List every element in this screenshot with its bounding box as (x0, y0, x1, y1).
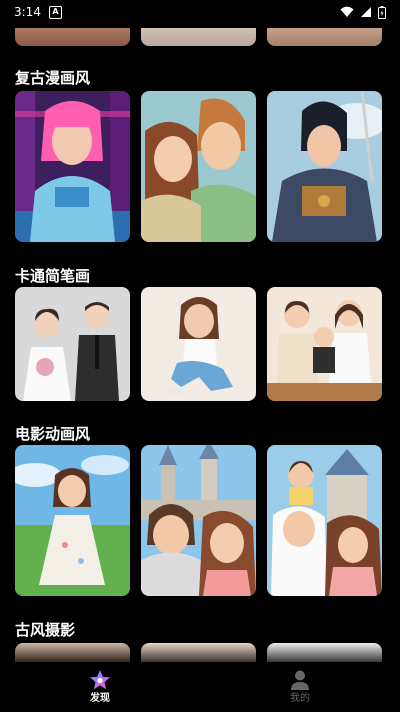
previous-section-strip (0, 28, 400, 46)
battery-icon (378, 5, 386, 19)
style-card-cartoon-wedding-couple[interactable] (15, 287, 130, 401)
style-card-retro-cyberpunk-girl[interactable] (15, 91, 130, 242)
cellular-signal-icon (361, 7, 371, 17)
style-card-ancient-portrait-2[interactable] (141, 643, 256, 662)
retro-samurai-image (267, 91, 382, 242)
prev-card-2[interactable] (141, 28, 256, 46)
cartoon-family-image (267, 287, 382, 401)
section-title-cartoon-sketch: 卡通简笔画 (15, 267, 91, 285)
style-card-retro-samurai[interactable] (267, 91, 382, 242)
nav-label-discover: 发现 (90, 693, 110, 704)
style-card-animation-couple-castle[interactable] (141, 445, 256, 596)
section-title-retro-comic: 复古漫画风 (15, 69, 91, 87)
nav-tab-mine[interactable]: 我的 (260, 669, 340, 705)
style-card-cartoon-family[interactable] (267, 287, 382, 401)
style-card-cartoon-sitting-girl[interactable] (141, 287, 256, 401)
retro-cyberpunk-girl-image (15, 91, 130, 242)
style-card-ancient-portrait-1[interactable] (15, 643, 130, 662)
cartoon-wedding-couple-image (15, 287, 130, 401)
animation-family-castle-image (267, 445, 382, 596)
notification-icon: A (48, 5, 62, 19)
prev-card-3[interactable] (267, 28, 382, 46)
status-time: 3:14 (14, 5, 41, 19)
discover-feed[interactable]: 复古漫画风 卡通简笔画 电影动画风 古风摄影 (0, 0, 400, 662)
bottom-nav: 发现 我的 (0, 662, 400, 712)
star-icon (90, 670, 110, 690)
status-right (340, 5, 386, 19)
style-card-animation-family-castle[interactable] (267, 445, 382, 596)
prev-card-1[interactable] (15, 28, 130, 46)
animation-couple-castle-image (141, 445, 256, 596)
style-card-animation-girl-meadow[interactable] (15, 445, 130, 596)
person-icon (291, 670, 309, 690)
section-title-ancient-photography: 古风摄影 (15, 621, 76, 639)
style-card-ancient-portrait-3[interactable] (267, 643, 382, 662)
retro-couple-image (141, 91, 256, 242)
nav-label-mine: 我的 (290, 693, 310, 704)
status-bar: 3:14 A (0, 0, 400, 24)
section-title-movie-animation: 电影动画风 (15, 425, 91, 443)
wifi-icon (340, 6, 354, 17)
cartoon-sitting-girl-image (141, 287, 256, 401)
status-left: 3:14 A (14, 5, 62, 19)
section-row-ancient-photography (0, 643, 400, 662)
animation-girl-meadow-image (15, 445, 130, 596)
nav-tab-discover[interactable]: 发现 (60, 669, 140, 705)
style-card-retro-couple[interactable] (141, 91, 256, 242)
